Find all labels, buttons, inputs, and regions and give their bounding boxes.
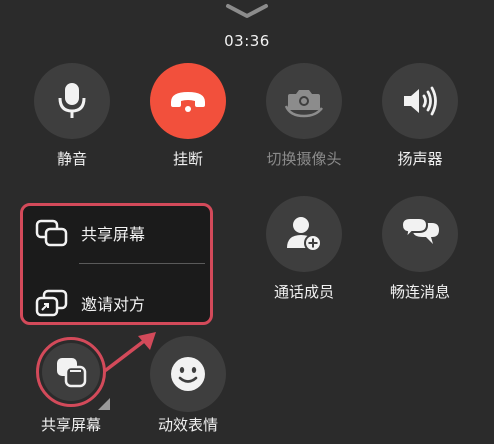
- switch-camera-label: 切换摄像头: [266, 150, 342, 168]
- switch-camera-button[interactable]: [266, 63, 342, 139]
- share-screen-button[interactable]: [42, 343, 100, 401]
- menu-item-share-screen[interactable]: 共享屏幕: [35, 218, 205, 248]
- speaker-label: 扬声器: [397, 150, 443, 168]
- chevron-down-icon[interactable]: [224, 2, 270, 20]
- effects-label: 动效表情: [157, 416, 218, 434]
- microphone-icon: [58, 83, 86, 118]
- share-screen-icon: [57, 358, 87, 388]
- members-button[interactable]: [266, 196, 342, 272]
- phone-hangup-icon: [171, 92, 205, 112]
- menu-item-label: 邀请对方: [81, 295, 146, 314]
- mute-label: 静音: [56, 150, 87, 168]
- add-person-icon: [287, 217, 322, 252]
- invite-share-icon: [35, 289, 68, 317]
- share-screen-label: 共享屏幕: [40, 416, 101, 434]
- messages-label: 畅连消息: [389, 283, 450, 301]
- hangup-button[interactable]: [150, 63, 226, 139]
- messages-button[interactable]: [382, 196, 458, 272]
- speaker-icon: [404, 86, 437, 116]
- speaker-button[interactable]: [382, 63, 458, 139]
- share-options-menu: 共享屏幕 邀请对方: [20, 203, 213, 325]
- camera-switch-icon: [284, 90, 323, 118]
- menu-item-label: 共享屏幕: [81, 225, 146, 244]
- menu-divider: [79, 263, 205, 264]
- call-screen: 03:36 静音 挂断 切换摄像头 扬声器 通话成员 畅连消息 共享屏幕 邀请对…: [0, 0, 494, 444]
- call-timer: 03:36: [224, 32, 270, 50]
- chat-bubbles-icon: [400, 217, 439, 244]
- effects-button[interactable]: [150, 336, 226, 412]
- menu-item-invite[interactable]: 邀请对方: [35, 288, 205, 318]
- smiley-icon: [171, 357, 205, 391]
- dropdown-corner-icon: [98, 398, 110, 410]
- mute-button[interactable]: [34, 63, 110, 139]
- share-screen-icon: [35, 219, 68, 247]
- members-label: 通话成员: [273, 283, 334, 301]
- hangup-label: 挂断: [172, 150, 203, 168]
